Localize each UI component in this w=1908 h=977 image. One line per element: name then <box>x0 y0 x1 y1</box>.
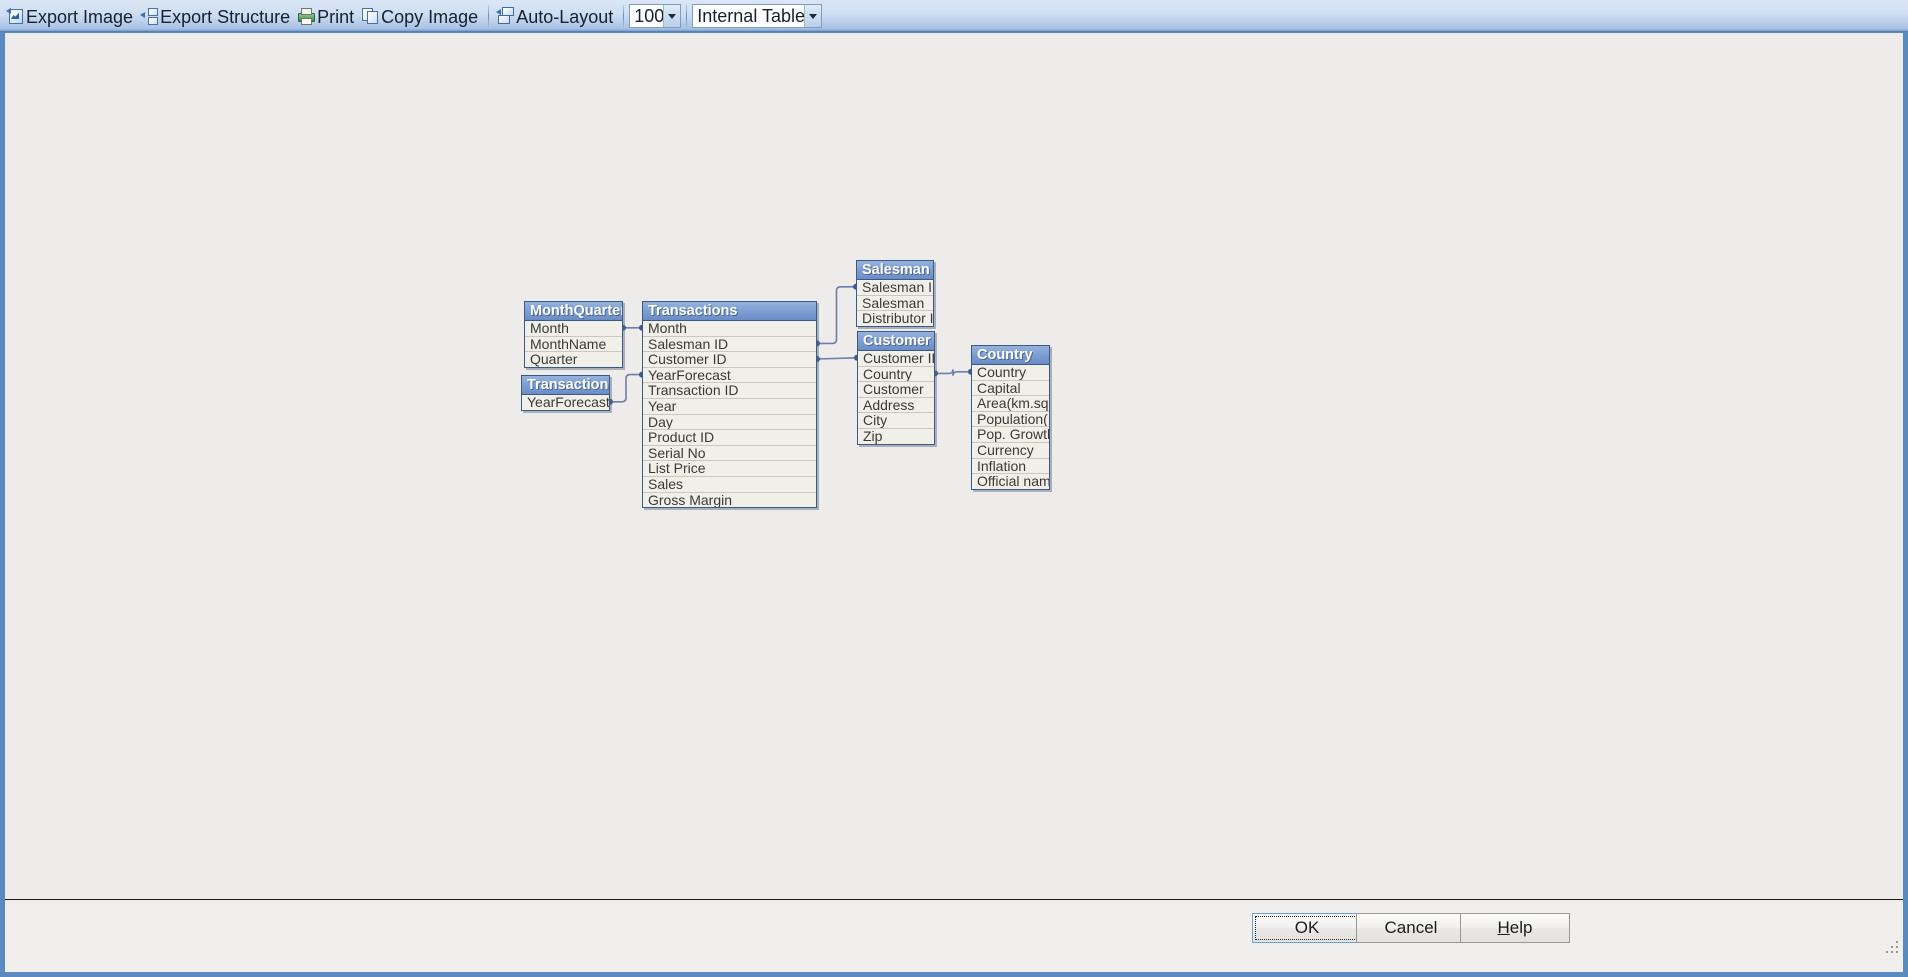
table-field-row[interactable]: City <box>858 413 934 429</box>
zoom-level-value: 100% <box>634 5 663 26</box>
export-structure-icon <box>140 7 159 25</box>
export-image-icon <box>6 7 23 24</box>
table-field-row[interactable]: Currency <box>972 442 1049 459</box>
table-field-row[interactable]: Zip <box>858 428 934 444</box>
table-field-row[interactable]: Customer <box>858 382 934 398</box>
table-field-row[interactable]: YearForecast <box>643 367 816 384</box>
table-transactions-1[interactable]: Transactions-1YearForecast <box>521 375 610 411</box>
resize-grip[interactable] <box>1886 941 1899 954</box>
table-field-row[interactable]: Sales <box>643 476 816 493</box>
chevron-down-icon[interactable] <box>663 4 681 27</box>
table-salesman[interactable]: SalesmanSalesman IDSalesmanDistributor I… <box>856 260 934 327</box>
table-field-row[interactable]: Capital <box>972 380 1049 397</box>
table-field-row[interactable]: YearForecast <box>522 395 609 410</box>
auto-layout-button[interactable]: Auto-Layout <box>494 3 618 29</box>
table-country[interactable]: Country Country Capital Area(km.sq) Populati… <box>971 345 1050 490</box>
table-transactions[interactable]: Transactions Month Salesman ID Customer ID Y… <box>642 301 817 509</box>
table-field-row[interactable]: Salesman ID <box>857 280 933 296</box>
diagram-canvas[interactable]: MonthQuarter Month MonthName Quarter Transac… <box>5 33 1903 899</box>
copy-image-button[interactable]: Copy Image <box>359 3 483 29</box>
table-field-row[interactable]: Customer ID <box>643 352 816 368</box>
table-field-row[interactable]: Salesman <box>857 295 933 312</box>
cancel-button-label: Cancel <box>1384 918 1438 937</box>
table-fields: Month MonthName Quarter <box>525 321 622 367</box>
table-fields: Customer ID Country Customer Address City Zip <box>858 351 934 444</box>
connector <box>814 283 859 347</box>
table-field-row[interactable]: Month <box>643 321 816 337</box>
table-field-row[interactable]: Country <box>972 365 1049 381</box>
print-label: Print <box>317 6 355 27</box>
table-field-row[interactable]: Salesman ID <box>643 336 816 353</box>
table-header: Country <box>972 346 1049 365</box>
table-field-row[interactable]: MonthName <box>525 336 622 353</box>
table-fields: CountryCapitalArea(km.sq)Population(...P… <box>972 365 1049 489</box>
table-field-row[interactable]: Inflation <box>972 458 1049 475</box>
export-image-label: Export Image <box>26 6 134 27</box>
export-image-button[interactable]: Export Image <box>4 3 138 29</box>
help-button-accel: H <box>1497 918 1510 937</box>
table-field-row[interactable]: Address <box>858 397 934 414</box>
ok-button[interactable]: OK <box>1252 913 1362 943</box>
table-monthquarter[interactable]: MonthQuarter Month MonthName Quarter <box>524 301 623 368</box>
toolbar-separator-3 <box>686 3 688 28</box>
zoom-level-combo[interactable]: 100% <box>629 3 682 28</box>
table-viewer-window: Export Image Export Structure Print Copy… <box>0 0 1908 977</box>
table-field-row[interactable]: Pop. Growth <box>972 427 1049 443</box>
table-field-row[interactable]: Product ID <box>643 430 816 446</box>
auto-layout-icon <box>496 7 515 24</box>
copy-image-label: Copy Image <box>381 6 479 27</box>
table-field-row[interactable]: Transaction ID <box>643 383 816 399</box>
connector <box>932 368 974 377</box>
chevron-down-icon[interactable] <box>804 4 822 27</box>
toolbar-separator-2 <box>623 3 625 28</box>
view-mode-value: Internal Table Vi <box>697 5 805 26</box>
table-field-row[interactable]: Month <box>525 321 622 337</box>
help-button[interactable]: Help <box>1460 913 1570 943</box>
table-field-row[interactable]: Area(km.sq) <box>972 396 1049 412</box>
connector-layer <box>607 283 974 405</box>
cancel-button[interactable]: Cancel <box>1356 913 1466 943</box>
table-field-row[interactable]: List Price <box>643 461 816 477</box>
table-header: Customer <box>858 332 934 351</box>
export-structure-button[interactable]: Export Structure <box>138 3 295 29</box>
table-field-row[interactable]: Population(... <box>972 411 1049 428</box>
connector <box>607 371 645 405</box>
table-field-row[interactable]: Official nam... <box>972 474 1049 489</box>
table-header: Transactions-1 <box>522 376 609 395</box>
auto-layout-label: Auto-Layout <box>516 6 614 27</box>
table-field-row[interactable]: Quarter <box>525 352 622 367</box>
table-header: MonthQuarter <box>525 302 622 321</box>
table-fields: YearForecast <box>522 395 609 410</box>
table-field-row[interactable]: Year <box>643 398 816 415</box>
table-field-row[interactable]: Country <box>858 366 934 383</box>
table-field-row[interactable]: Customer ID <box>858 351 934 367</box>
print-icon <box>297 7 316 25</box>
toolbar: Export Image Export Structure Print Copy… <box>0 0 1908 32</box>
print-button[interactable]: Print <box>295 3 359 29</box>
table-fields: Month Salesman ID Customer ID YearForecast T… <box>643 321 816 508</box>
help-button-label: elp <box>1509 918 1533 937</box>
ok-button-label: OK <box>1294 918 1320 937</box>
table-fields: Salesman IDSalesmanDistributor ID <box>857 280 933 326</box>
copy-image-icon <box>361 7 379 24</box>
view-mode-combo[interactable]: Internal Table Vi <box>692 3 823 28</box>
connector <box>814 354 860 362</box>
table-customer[interactable]: Customer Customer ID Country Customer Addres… <box>857 331 935 445</box>
table-field-row[interactable]: Gross Margin <box>643 492 816 508</box>
table-field-row[interactable]: Serial No <box>643 445 816 462</box>
dialog-footer: OK Cancel Help <box>5 899 1903 972</box>
export-structure-label: Export Structure <box>160 6 291 27</box>
table-header: Salesman <box>857 261 933 280</box>
table-field-row[interactable]: Day <box>643 414 816 431</box>
table-header: Transactions <box>643 302 816 321</box>
table-field-row[interactable]: Distributor ID <box>857 311 933 326</box>
toolbar-separator-1 <box>488 3 490 28</box>
